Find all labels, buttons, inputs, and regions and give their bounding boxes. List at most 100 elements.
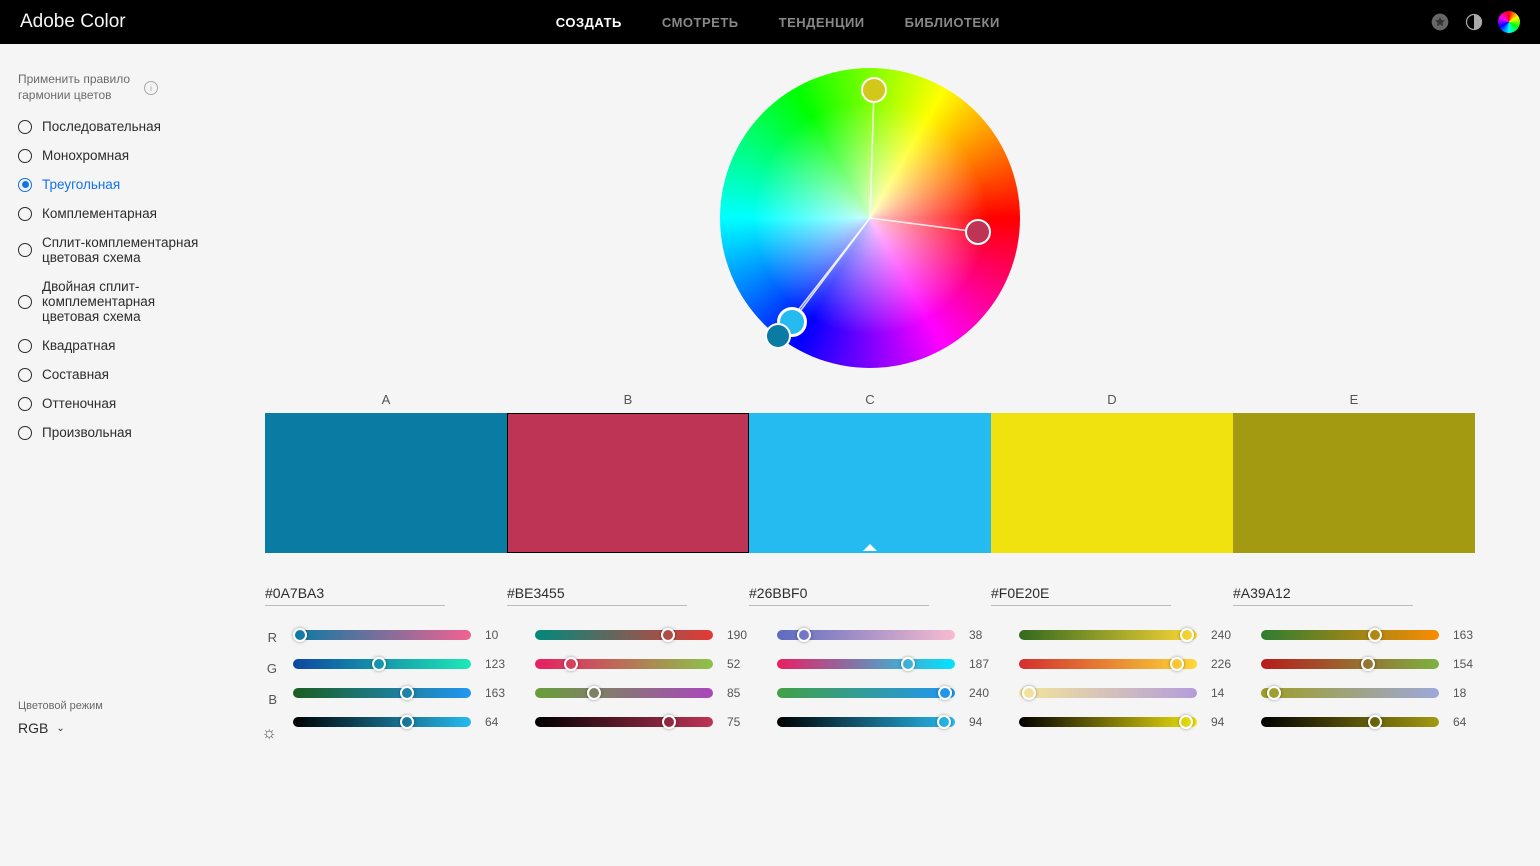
harmony-rule-6[interactable]: Квадратная (18, 338, 200, 353)
rule-label: Произвольная (42, 425, 132, 440)
slider-value: 163 (485, 686, 515, 700)
slider-value: 240 (969, 686, 999, 700)
hex-input-E[interactable] (1233, 585, 1413, 606)
nav-create[interactable]: СОЗДАТЬ (556, 15, 622, 30)
wheel-handle[interactable] (765, 323, 791, 349)
harmony-rule-0[interactable]: Последовательная (18, 119, 200, 134)
radio-icon (18, 120, 32, 134)
hex-input-B[interactable] (507, 585, 687, 606)
slider-g[interactable] (293, 659, 471, 669)
info-icon[interactable]: i (144, 81, 158, 95)
slider-b[interactable] (293, 688, 471, 698)
rule-label: Монохромная (42, 148, 129, 163)
hex-input-A[interactable] (265, 585, 445, 606)
slider-r[interactable] (1261, 630, 1439, 640)
slider-brightness[interactable] (1261, 717, 1439, 727)
harmony-rule-1[interactable]: Монохромная (18, 148, 200, 163)
slider-thumb[interactable] (937, 715, 951, 729)
star-icon[interactable] (1430, 12, 1450, 32)
slider-thumb[interactable] (1170, 657, 1184, 671)
harmony-rule-2[interactable]: Треугольная (18, 177, 200, 192)
nav-explore[interactable]: СМОТРЕТЬ (662, 15, 739, 30)
slider-r[interactable] (293, 630, 471, 640)
wheel-handle[interactable] (965, 219, 991, 245)
harmony-rule-9[interactable]: Произвольная (18, 425, 200, 440)
slider-thumb[interactable] (587, 686, 601, 700)
slider-brightness[interactable] (535, 717, 713, 727)
slider-brightness[interactable] (777, 717, 955, 727)
header-right-icons (1430, 11, 1520, 33)
slider-thumb[interactable] (372, 657, 386, 671)
color-wheel[interactable] (720, 68, 1020, 368)
harmony-rule-4[interactable]: Сплит-комплементарная цветовая схема (18, 235, 200, 265)
slider-b[interactable] (1261, 688, 1439, 698)
slider-thumb[interactable] (938, 686, 952, 700)
slider-value: 14 (1211, 686, 1241, 700)
slider-g[interactable] (1261, 659, 1439, 669)
slider-thumb[interactable] (901, 657, 915, 671)
rule-label: Последовательная (42, 119, 161, 134)
slider-b[interactable] (535, 688, 713, 698)
wheel-handle[interactable] (861, 77, 887, 103)
slider-value: 64 (485, 715, 515, 729)
harmony-title: Применить правило гармонии цветов (18, 72, 138, 103)
swatch-letter-A: A (265, 392, 507, 413)
main-nav: СОЗДАТЬ СМОТРЕТЬ ТЕНДЕНЦИИ БИБЛИОТЕКИ (556, 15, 1000, 30)
swatch-A[interactable] (265, 413, 507, 553)
slider-thumb[interactable] (293, 628, 307, 642)
slider-thumb[interactable] (662, 715, 676, 729)
hex-input-D[interactable] (991, 585, 1171, 606)
slider-thumb[interactable] (1180, 628, 1194, 642)
app-header: Adobe Color СОЗДАТЬ СМОТРЕТЬ ТЕНДЕНЦИИ Б… (0, 0, 1540, 44)
slider-thumb[interactable] (1368, 715, 1382, 729)
nav-libraries[interactable]: БИБЛИОТЕКИ (905, 15, 1000, 30)
harmony-rule-3[interactable]: Комплементарная (18, 206, 200, 221)
nav-trends[interactable]: ТЕНДЕНЦИИ (779, 15, 865, 30)
radio-icon (18, 426, 32, 440)
app-title: Adobe Color (20, 11, 126, 33)
slider-thumb[interactable] (1368, 628, 1382, 642)
brightness-icon: ☼ (261, 723, 277, 739)
harmony-rule-5[interactable]: Двойная сплит-комплементарная цветовая с… (18, 279, 200, 324)
slider-thumb[interactable] (1179, 715, 1193, 729)
slider-thumb[interactable] (564, 657, 578, 671)
slider-r[interactable] (535, 630, 713, 640)
slider-r[interactable] (1019, 630, 1197, 640)
slider-thumb[interactable] (797, 628, 811, 642)
slider-b[interactable] (1019, 688, 1197, 698)
slider-value: 94 (969, 715, 999, 729)
slider-r[interactable] (777, 630, 955, 640)
radio-icon (18, 397, 32, 411)
slider-brightness[interactable] (1019, 717, 1197, 727)
slider-thumb[interactable] (1022, 686, 1036, 700)
rule-label: Оттеночная (42, 396, 116, 411)
color-mode-select[interactable]: RGB ⌄ (18, 720, 200, 736)
harmony-rule-8[interactable]: Оттеночная (18, 396, 200, 411)
slider-thumb[interactable] (661, 628, 675, 642)
slider-g[interactable] (1019, 659, 1197, 669)
slider-thumb[interactable] (1267, 686, 1281, 700)
channel-g-label: G (267, 661, 277, 677)
hex-input-C[interactable] (749, 585, 929, 606)
rule-label: Квадратная (42, 338, 115, 353)
slider-value: 75 (727, 715, 757, 729)
harmony-rule-7[interactable]: Составная (18, 367, 200, 382)
swatch-D[interactable] (991, 413, 1233, 553)
harmony-sidebar: Применить правило гармонии цветов i Посл… (0, 44, 200, 866)
slider-g[interactable] (777, 659, 955, 669)
slider-thumb[interactable] (400, 715, 414, 729)
swatch-E[interactable] (1233, 413, 1475, 553)
swatch-C[interactable] (749, 413, 991, 553)
slider-thumb[interactable] (400, 686, 414, 700)
slider-thumb[interactable] (1361, 657, 1375, 671)
account-color-icon[interactable] (1498, 11, 1520, 33)
rule-label: Двойная сплит-комплементарная цветовая с… (42, 279, 200, 324)
slider-value: 64 (1453, 715, 1483, 729)
slider-g[interactable] (535, 659, 713, 669)
swatch-B[interactable] (507, 413, 749, 553)
swatch-letter-B: B (507, 392, 749, 413)
slider-brightness[interactable] (293, 717, 471, 727)
theme-toggle-icon[interactable] (1464, 12, 1484, 32)
slider-b[interactable] (777, 688, 955, 698)
slider-value: 154 (1453, 657, 1483, 671)
